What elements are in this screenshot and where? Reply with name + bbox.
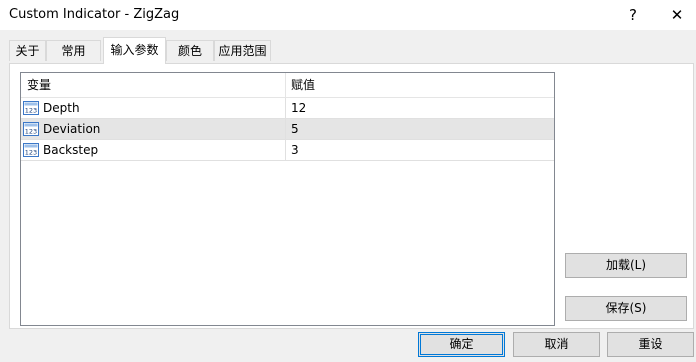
table-row[interactable]: 123 Backstep 3 <box>21 140 554 161</box>
table-header: 变量 赋值 <box>21 73 554 98</box>
tab-visualization[interactable]: 应用范围 <box>214 40 271 61</box>
column-divider[interactable] <box>285 73 286 97</box>
ok-button[interactable]: 确定 <box>418 332 505 357</box>
table-row[interactable]: 123 Deviation 5 <box>21 119 554 140</box>
parameter-name: Backstep <box>43 143 99 157</box>
parameter-name: Deviation <box>43 122 101 136</box>
table-row[interactable]: 123 Depth 12 <box>21 98 554 119</box>
cancel-button[interactable]: 取消 <box>513 332 600 357</box>
svg-text:123: 123 <box>25 149 37 157</box>
save-button[interactable]: 保存(S) <box>565 296 687 321</box>
title-bar: Custom Indicator - ZigZag ? ✕ <box>0 0 696 30</box>
column-header-value[interactable]: 赋值 <box>291 73 315 97</box>
tab-inputs[interactable]: 输入参数 <box>103 37 166 64</box>
tab-strip: 关于 常用 输入参数 颜色 应用范围 <box>0 30 696 64</box>
tab-colors[interactable]: 颜色 <box>166 40 214 61</box>
parameter-value[interactable]: 3 <box>291 140 299 160</box>
tab-about[interactable]: 关于 <box>9 40 46 61</box>
parameter-table[interactable]: 变量 赋值 123 Depth 12 123 Deviation 5 123 B… <box>20 72 555 326</box>
help-icon[interactable]: ? <box>621 4 645 26</box>
int-123-icon: 123 <box>23 122 39 136</box>
svg-text:123: 123 <box>25 128 37 136</box>
cell-divider <box>285 98 286 118</box>
parameter-name: Depth <box>43 101 80 115</box>
int-123-icon: 123 <box>23 143 39 157</box>
window-title: Custom Indicator - ZigZag <box>9 7 180 22</box>
reset-button[interactable]: 重设 <box>607 332 694 357</box>
svg-text:123: 123 <box>25 107 37 115</box>
parameter-value[interactable]: 12 <box>291 98 306 118</box>
close-icon[interactable]: ✕ <box>664 4 690 26</box>
cell-divider <box>285 140 286 160</box>
parameter-value[interactable]: 5 <box>291 119 299 139</box>
int-123-icon: 123 <box>23 101 39 115</box>
load-button[interactable]: 加载(L) <box>565 253 687 278</box>
tab-common[interactable]: 常用 <box>46 40 101 61</box>
column-header-variable[interactable]: 变量 <box>27 73 51 97</box>
cell-divider <box>285 119 286 139</box>
